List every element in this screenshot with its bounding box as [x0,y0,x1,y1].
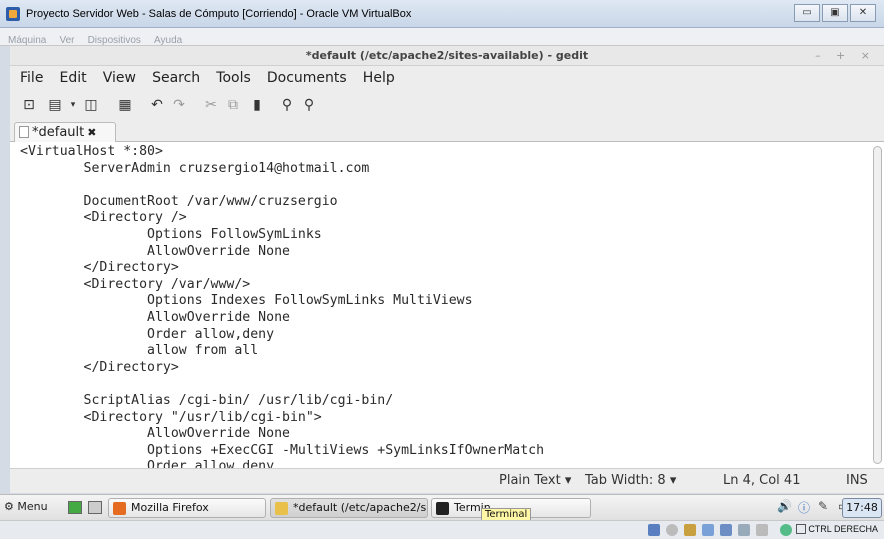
menu-help[interactable]: Help [363,70,395,86]
code-content[interactable]: <VirtualHost *:80> ServerAdmin cruzsergi… [20,144,544,468]
usb-icon[interactable] [684,524,696,536]
menu-view[interactable]: View [103,70,136,86]
gedit-window-title: *default (/etc/apache2/sites-available) … [305,49,589,62]
code-line[interactable]: Order allow,deny [20,459,544,468]
close-tab-icon[interactable]: ✖ [87,126,96,139]
redo-icon[interactable]: ↷ [170,96,188,114]
virtualbox-icon [6,7,20,21]
tab-label: *default [32,125,85,140]
gedit-menubar: File Edit View Search Tools Documents He… [10,66,884,90]
terminal-icon [436,502,449,515]
gedit-window-controls[interactable]: – + × [815,49,876,62]
virtualbox-title: Proyecto Servidor Web - Salas de Cómputo… [26,8,412,20]
start-menu-button[interactable]: ⚙ Menu [4,500,48,513]
cursor-position: Ln 4, Col 41 [723,473,801,488]
vb-menu-maquina[interactable]: Máquina [8,35,46,46]
host-key-label: CTRL DERECHA [796,524,878,534]
task-gedit[interactable]: *default (/etc/apache2/sit... [270,498,428,518]
gedit-window: *default (/etc/apache2/sites-available) … [10,46,884,493]
network-icon[interactable]: ✎ [818,499,828,513]
task-firefox[interactable]: Mozilla Firefox [108,498,266,518]
display-icon[interactable] [738,524,750,536]
code-line[interactable]: ServerAdmin cruzsergio14@hotmail.com [20,161,544,178]
cut-icon[interactable]: ✂ [202,96,220,114]
code-line[interactable]: AllowOverride None [20,310,544,327]
tab-default[interactable]: *default ✖ [14,122,116,142]
menu-search[interactable]: Search [152,70,200,86]
language-selector[interactable]: Plain Text ▾ [499,473,571,488]
code-line[interactable]: allow from all [20,343,544,360]
vb-menu-ayuda[interactable]: Ayuda [154,35,182,46]
code-line[interactable]: ScriptAlias /cgi-bin/ /usr/lib/cgi-bin/ [20,393,544,410]
document-tabs: *default ✖ [10,120,884,142]
menu-file[interactable]: File [20,70,43,86]
code-line[interactable]: AllowOverride None [20,244,544,261]
video-capture-icon[interactable] [756,524,768,536]
menu-tools[interactable]: Tools [216,70,251,86]
tab-width-selector[interactable]: Tab Width: 8 ▾ [585,473,676,488]
menu-documents[interactable]: Documents [267,70,347,86]
shared-folders-icon[interactable] [720,524,732,536]
code-line[interactable]: DocumentRoot /var/www/cruzsergio [20,194,544,211]
code-line[interactable]: <Directory /> [20,210,544,227]
search-icon[interactable]: ⚲ [278,96,296,114]
chevron-down-icon[interactable]: ▾ [64,96,82,114]
insert-mode: INS [846,473,868,488]
virtualbox-titlebar: Proyecto Servidor Web - Salas de Cómputo… [0,0,884,28]
volume-icon[interactable]: 🔊 [777,499,792,513]
vertical-scrollbar[interactable] [873,146,882,464]
hard-disk-icon[interactable] [648,524,660,536]
network-adapter-icon[interactable] [702,524,714,536]
maximize-button[interactable]: ▣ [822,4,848,22]
code-line[interactable]: <Directory /var/www/> [20,277,544,294]
clock[interactable]: 17:48 [842,498,882,518]
gedit-titlebar: *default (/etc/apache2/sites-available) … [10,46,884,66]
code-line[interactable]: </Directory> [20,260,544,277]
text-editor[interactable]: <VirtualHost *:80> ServerAdmin cruzsergi… [10,142,884,468]
gedit-statusbar: Plain Text ▾ Tab Width: 8 ▾ Ln 4, Col 41… [10,468,884,493]
virtualbox-menubar: Máquina Ver Dispositivos Ayuda [0,28,884,46]
info-icon[interactable]: ⓘ [798,499,810,516]
terminal-launcher-icon[interactable] [88,501,102,514]
gedit-icon [275,502,288,515]
firefox-icon [113,502,126,515]
close-button[interactable]: ✕ [850,4,876,22]
save-icon[interactable]: ◫ [82,96,100,114]
open-file-icon[interactable]: ▤ [46,96,64,114]
task-firefox-label: Mozilla Firefox [131,501,209,514]
undo-icon[interactable]: ↶ [148,96,166,114]
copy-icon[interactable]: ⧉ [224,96,242,114]
show-desktop-icon[interactable] [68,501,82,514]
menu-edit[interactable]: Edit [60,70,87,86]
virtualbox-statusbar: CTRL DERECHA [0,520,884,539]
search-replace-icon[interactable]: ⚲ [300,96,318,114]
code-line[interactable]: Order allow,deny [20,327,544,344]
paste-icon[interactable]: ▮ [248,96,266,114]
task-gedit-label: *default (/etc/apache2/sit... [293,501,427,514]
vb-menu-dispositivos[interactable]: Dispositivos [88,35,141,46]
code-line[interactable]: Options Indexes FollowSymLinks MultiView… [20,293,544,310]
code-line[interactable]: </Directory> [20,360,544,377]
code-line[interactable] [20,376,544,393]
start-menu-label: Menu [17,500,48,513]
code-line[interactable]: Options FollowSymLinks [20,227,544,244]
code-line[interactable]: <Directory "/usr/lib/cgi-bin"> [20,410,544,427]
mouse-integration-icon[interactable] [780,524,792,536]
new-document-icon[interactable]: ⊡ [20,96,38,114]
gedit-toolbar: ⊡ ▤ ▾ ◫ ▦ ↶ ↷ ✂ ⧉ ▮ ⚲ ⚲ [10,90,884,120]
minimize-button[interactable]: ▭ [794,4,820,22]
host-key-text: CTRL DERECHA [808,524,878,534]
document-icon [19,126,29,138]
code-line[interactable]: AllowOverride None [20,426,544,443]
keyboard-icon [796,524,807,534]
code-line[interactable] [20,177,544,194]
code-line[interactable]: Options +ExecCGI -MultiViews +SymLinksIf… [20,443,544,460]
code-line[interactable]: <VirtualHost *:80> [20,144,544,161]
optical-drive-icon[interactable] [666,524,678,536]
guest-taskbar: ⚙ Menu Mozilla Firefox *default (/etc/ap… [0,494,884,520]
vb-menu-ver[interactable]: Ver [59,35,74,46]
print-icon[interactable]: ▦ [116,96,134,114]
